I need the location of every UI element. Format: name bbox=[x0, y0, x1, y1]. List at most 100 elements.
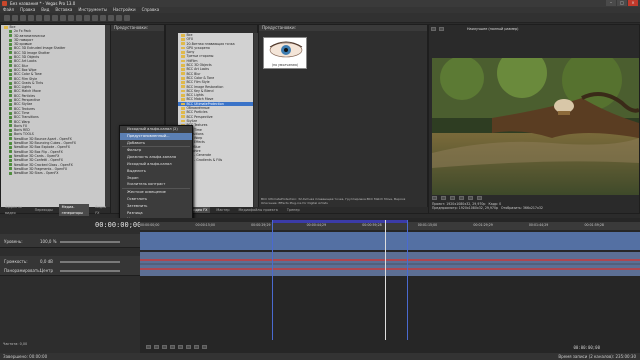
copy-icon[interactable] bbox=[52, 15, 58, 21]
playhead[interactable] bbox=[385, 220, 386, 340]
lock-icon[interactable] bbox=[100, 15, 106, 21]
selection-tool-icon[interactable] bbox=[124, 15, 130, 21]
video-track-header[interactable]: Уровень: 100,0 % bbox=[0, 234, 140, 248]
maximize-icon[interactable]: □ bbox=[617, 0, 627, 6]
fx-plugin-icon bbox=[9, 85, 12, 89]
paste-icon[interactable] bbox=[60, 15, 66, 21]
render-icon[interactable] bbox=[28, 15, 34, 21]
ruler-label: 00:01:59;28 bbox=[584, 223, 604, 227]
pause-icon[interactable] bbox=[450, 196, 455, 200]
go-start-icon[interactable] bbox=[194, 345, 199, 349]
time-ruler[interactable]: 00:00:00;00 00:00:15;00 00:00:29;29 00:00:4… bbox=[140, 222, 640, 230]
loop-region[interactable] bbox=[272, 220, 407, 223]
fx-plugin-icon bbox=[9, 158, 12, 162]
tab-master[interactable]: Мастер bbox=[213, 207, 232, 213]
redo-icon[interactable] bbox=[76, 15, 82, 21]
context-menu-item[interactable]: Затемнить bbox=[120, 203, 192, 210]
context-menu-item[interactable]: Жесткое освещение bbox=[120, 189, 192, 196]
pan-value: Центр bbox=[40, 268, 54, 273]
ruler-label: 00:00:29;29 bbox=[251, 223, 271, 227]
tab-video-effects[interactable]: Эффекты видео bbox=[2, 204, 29, 216]
tab-video-fx[interactable]: Видео FX bbox=[92, 204, 110, 216]
stop-icon[interactable] bbox=[459, 196, 464, 200]
context-menu-item[interactable]: Исходный альфа-канал bbox=[120, 161, 192, 168]
folder-icon bbox=[181, 46, 185, 50]
stop-icon-transport[interactable] bbox=[186, 345, 191, 349]
envelope-tool-icon[interactable] bbox=[116, 15, 122, 21]
open-icon[interactable] bbox=[12, 15, 18, 21]
ruler-label: 00:01:29;29 bbox=[473, 223, 493, 227]
folder-icon bbox=[181, 42, 185, 46]
play-icon-transport[interactable] bbox=[170, 345, 175, 349]
context-menu-item[interactable]: Усилитель контраст bbox=[120, 181, 192, 188]
preset-thumbnail[interactable]: (по умолчанию) bbox=[263, 37, 307, 69]
new-icon[interactable] bbox=[4, 15, 10, 21]
fx-plugin-icon bbox=[9, 72, 12, 76]
fx-plugin-icon bbox=[9, 98, 12, 102]
record-icon[interactable] bbox=[146, 345, 151, 349]
audio-event[interactable] bbox=[140, 252, 640, 276]
tab-transitions[interactable]: Переходы bbox=[32, 207, 56, 213]
context-menu-item[interactable]: Добавить bbox=[120, 140, 192, 147]
context-menu-item[interactable]: Разница bbox=[120, 210, 192, 217]
save-icon[interactable] bbox=[20, 15, 26, 21]
transport-bar: 00:00:00;00 bbox=[140, 342, 640, 352]
edit-tool-icon[interactable] bbox=[108, 15, 114, 21]
video-level-slider[interactable] bbox=[60, 241, 120, 243]
tab-media-generators[interactable]: Медиа-генераторы bbox=[58, 204, 90, 216]
minimize-icon[interactable]: – bbox=[606, 0, 616, 6]
tab-trainer[interactable]: Тренер bbox=[284, 207, 303, 213]
folder-icon bbox=[181, 72, 185, 76]
snap-icon[interactable] bbox=[84, 15, 90, 21]
loop-icon[interactable] bbox=[432, 196, 437, 200]
fx-tabs: Видео FX Мастер Медиафайлы проекта Трене… bbox=[186, 207, 428, 213]
autoripple-icon[interactable] bbox=[92, 15, 98, 21]
context-menu-item[interactable]: Фильтр bbox=[120, 147, 192, 154]
undo-icon[interactable] bbox=[68, 15, 74, 21]
loop-playback-icon[interactable] bbox=[154, 345, 159, 349]
overlay-icon[interactable] bbox=[439, 27, 444, 31]
video-level-label: Уровень: bbox=[4, 239, 23, 244]
pause-icon-transport[interactable] bbox=[178, 345, 183, 349]
toolbar bbox=[0, 13, 640, 23]
play-icon[interactable] bbox=[441, 196, 446, 200]
volume-slider[interactable] bbox=[60, 261, 120, 263]
empty-track-area[interactable] bbox=[140, 276, 640, 340]
ruler-label: 00:01:15;00 bbox=[417, 223, 438, 227]
cut-icon[interactable] bbox=[44, 15, 50, 21]
ruler-label: 00:00:00;00 bbox=[140, 223, 160, 227]
close-icon[interactable]: × bbox=[628, 0, 638, 6]
quality-select[interactable]: Наилучшее (полный размер) bbox=[467, 27, 518, 31]
fx-plugin-icon bbox=[9, 163, 12, 167]
folder-icon bbox=[181, 115, 185, 119]
context-menu-item[interactable]: Должность альфа-канала bbox=[120, 154, 192, 161]
context-menu-item[interactable]: Экран bbox=[120, 175, 192, 182]
video-event[interactable] bbox=[140, 232, 640, 250]
next-frame-icon[interactable] bbox=[477, 196, 482, 200]
ruler-label: 00:01:44;29 bbox=[528, 223, 549, 227]
properties-icon[interactable] bbox=[36, 15, 42, 21]
context-menu-item[interactable]: Исходный альфа-канал (2) bbox=[120, 126, 192, 133]
folder-icon bbox=[181, 111, 185, 114]
timeline: 00:00:00;00 Уровень: 100,0 % Громкость: … bbox=[0, 218, 640, 353]
effect-item[interactable]: NewBlue 3D Stars - OpenFX bbox=[1, 171, 105, 175]
volume-label: Громкость: bbox=[4, 259, 28, 264]
window-title: Без названия * - Vegas Pro 13.0 bbox=[10, 1, 76, 6]
tab-project-media[interactable]: Медиафайлы проекта bbox=[235, 207, 280, 213]
audio-track-header[interactable]: Громкость: 0,0 dB Панорамировать: Центр bbox=[0, 256, 140, 276]
rate-label: Частота: 0,00 bbox=[3, 342, 28, 346]
preview-transport bbox=[432, 196, 639, 200]
split-screen-icon[interactable] bbox=[431, 27, 436, 31]
folder-icon bbox=[181, 98, 185, 101]
play-start-icon[interactable] bbox=[162, 345, 167, 349]
context-menu-item[interactable]: Осветлить bbox=[120, 196, 192, 203]
context-menu-item[interactable]: Предустановленный... bbox=[120, 132, 192, 140]
loop-start-marker[interactable] bbox=[272, 220, 273, 340]
fx-plugin-icon bbox=[9, 60, 12, 64]
go-end-icon[interactable] bbox=[202, 345, 207, 349]
loop-end-marker[interactable] bbox=[407, 220, 408, 340]
video-frame-image bbox=[432, 58, 639, 195]
pan-slider[interactable] bbox=[60, 270, 120, 272]
prev-frame-icon[interactable] bbox=[468, 196, 473, 200]
context-menu-item[interactable]: Выделить bbox=[120, 168, 192, 175]
